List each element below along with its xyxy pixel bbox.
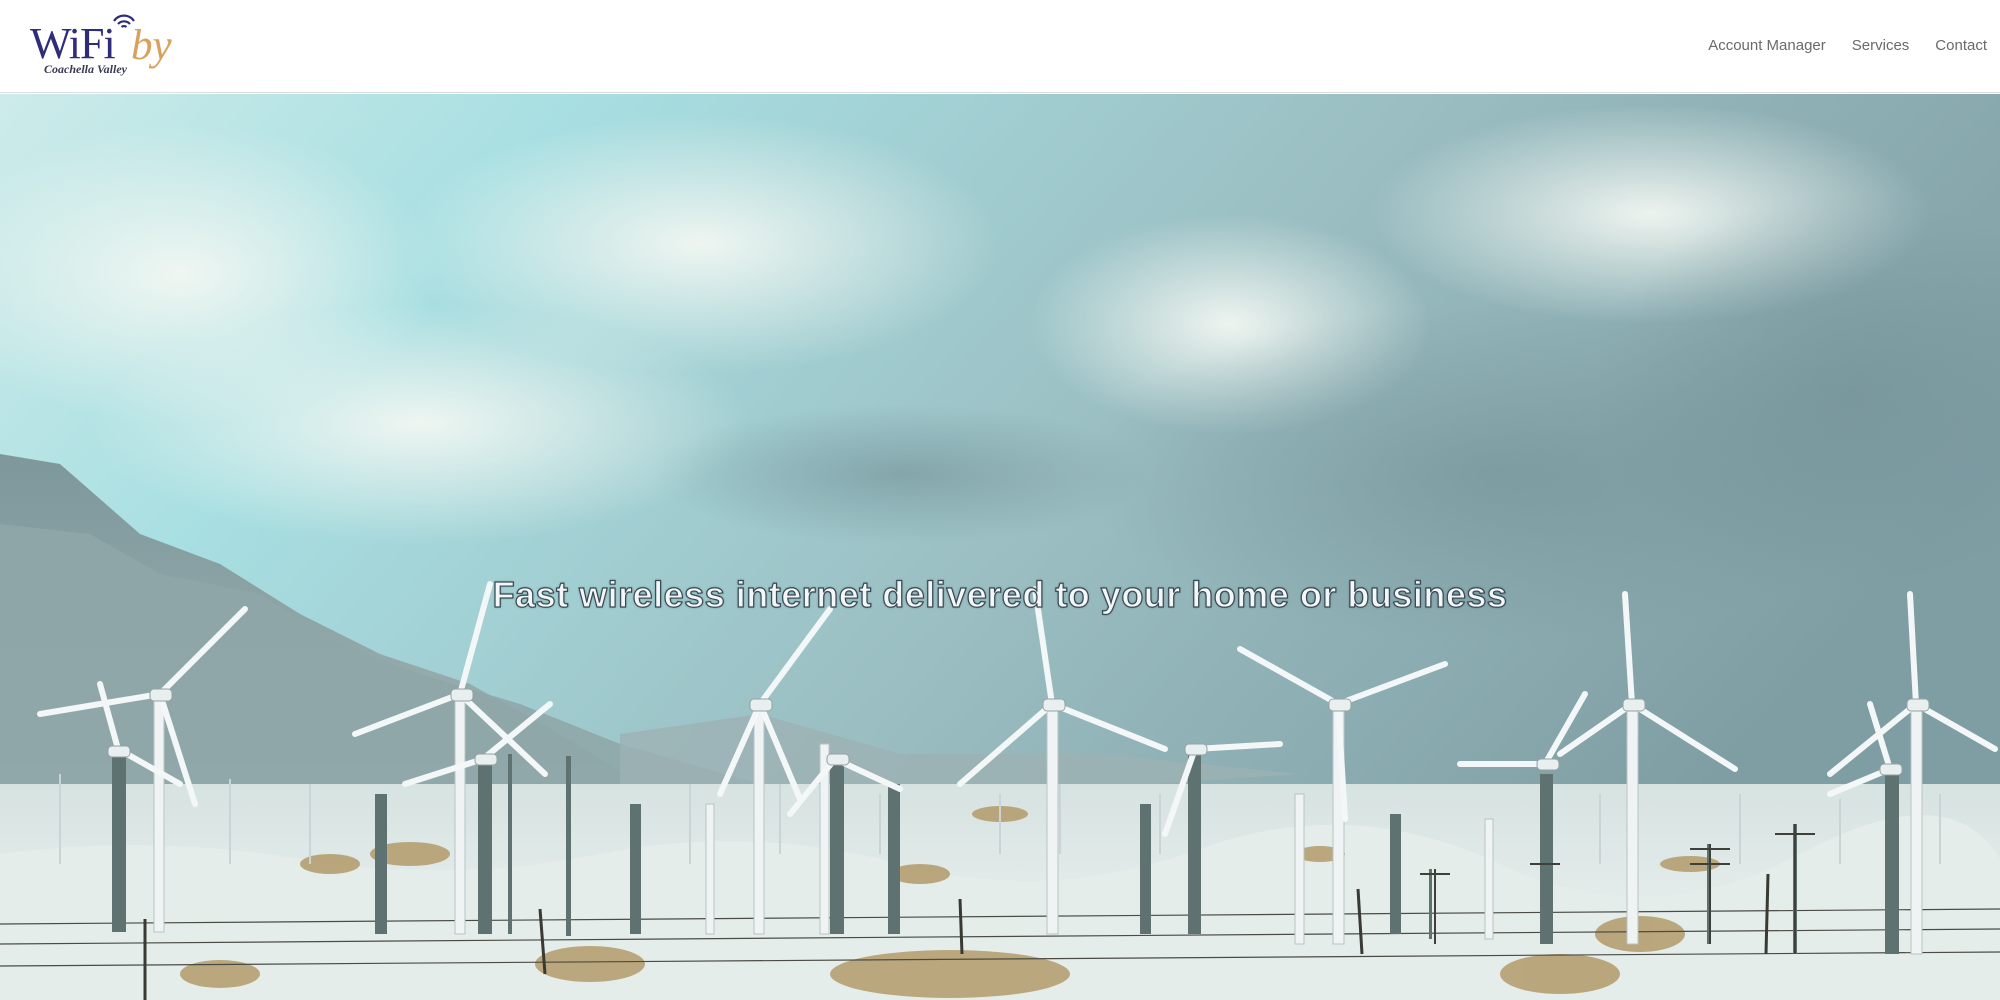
logo-tagline: Coachella Valley	[44, 62, 127, 76]
hero-banner: Fast wireless internet delivered to your…	[0, 94, 2000, 1000]
site-logo[interactable]: WiFi by Coachella Valley	[30, 12, 185, 80]
nav-services[interactable]: Services	[1839, 36, 1923, 56]
hero-background-image	[0, 94, 2000, 1000]
logo-suffix: by	[131, 22, 172, 69]
nav-contact[interactable]: Contact	[1922, 36, 2000, 56]
main-nav: Account Manager Services Contact	[1695, 36, 2000, 56]
nav-account-manager[interactable]: Account Manager	[1695, 36, 1839, 56]
logo-wordmark: WiFi	[30, 19, 116, 68]
hero-headline: Fast wireless internet delivered to your…	[492, 573, 1508, 615]
site-header: WiFi by Coachella Valley Account Manager…	[0, 0, 2000, 93]
